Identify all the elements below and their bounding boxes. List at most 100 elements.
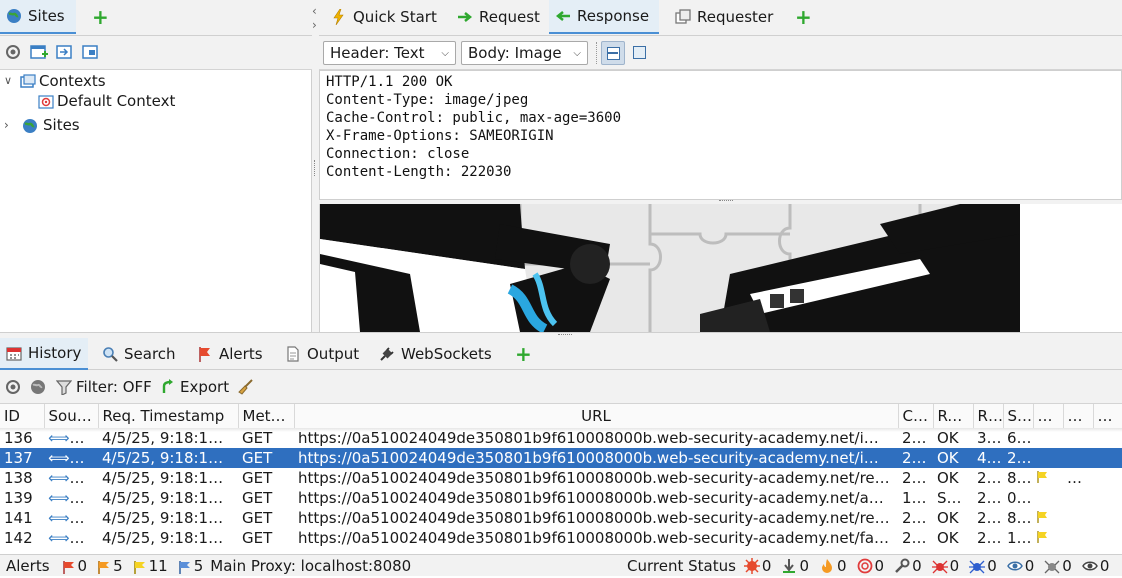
cell-source: ⟺ P…: [44, 528, 98, 548]
status-count: 0: [1024, 557, 1035, 575]
tab-sites[interactable]: Sites: [0, 0, 76, 34]
cell-alert-flag: [1033, 448, 1063, 468]
status-count: 0: [837, 557, 847, 575]
add-bottom-tab-button[interactable]: +: [509, 338, 538, 370]
lightning-icon: [331, 8, 347, 26]
body-view-select[interactable]: Body: Image ⌵: [461, 41, 588, 65]
cell-alert-flag: [1033, 528, 1063, 548]
column-header-timestamp[interactable]: Req. Timestamp: [98, 404, 239, 429]
cell-extra: [1093, 508, 1122, 528]
cell-timestamp: 4/5/25, 9:18:1…: [102, 489, 224, 507]
sites-toolbar: [0, 36, 312, 70]
cell-flag: …: [1067, 469, 1082, 487]
status-count: 0: [761, 557, 772, 575]
table-row[interactable]: 142 ⟺ P… 4/5/25, 9:18:1… GET https://0a510024…: [0, 528, 1122, 548]
tab-search[interactable]: Search: [96, 338, 182, 370]
column-header-size[interactable]: Si…: [1003, 404, 1034, 429]
column-header-extra-3[interactable]: …: [1093, 404, 1122, 429]
collapse-right-icon[interactable]: ›: [312, 18, 317, 32]
alerts-summary[interactable]: Alerts 0 5 11 5 Main Proxy: localhost:80…: [6, 555, 411, 577]
sites-tab-bar: Sites +: [0, 0, 312, 36]
table-row[interactable]: 139 ⟺ P… 4/5/25, 9:18:1… GET https://0a510024…: [0, 488, 1122, 508]
context-target-icon: [38, 94, 54, 110]
status-count: 0: [1062, 557, 1072, 575]
cell-rtt: 4…: [973, 448, 1003, 468]
export-context-icon[interactable]: [82, 44, 98, 60]
cell-extra: [1093, 468, 1122, 488]
tab-output[interactable]: Output: [279, 338, 365, 370]
export-button[interactable]: Export: [160, 376, 229, 398]
table-row[interactable]: 138 ⟺ P… 4/5/25, 9:18:1… GET https://0a510024…: [0, 468, 1122, 488]
broom-icon[interactable]: [237, 379, 253, 395]
chevron-down-icon: ⌵: [441, 47, 449, 59]
collapse-left-icon[interactable]: ‹: [312, 4, 317, 18]
response-body-pane[interactable]: [319, 204, 1122, 332]
status-count: 0: [987, 557, 997, 575]
import-context-icon[interactable]: [56, 44, 72, 60]
cell-extra: [1093, 488, 1122, 508]
tab-history[interactable]: History: [0, 338, 88, 370]
low-alert-flag-icon: [1037, 529, 1049, 547]
tab-quick-start[interactable]: Quick Start: [325, 0, 443, 34]
response-image: [320, 204, 1020, 332]
table-row[interactable]: 141 ⟺ P… 4/5/25, 9:18:1… GET https://0a510024…: [0, 508, 1122, 528]
column-header-extra-2[interactable]: …: [1063, 404, 1094, 429]
cell-flag: [1063, 528, 1093, 548]
globe-gray-icon[interactable]: [30, 379, 46, 395]
cell-url: https://0a510024049de350801b9f610008000b…: [294, 448, 898, 468]
response-headers-pane[interactable]: HTTP/1.1 200 OK Content-Type: image/jpeg…: [319, 70, 1122, 200]
add-workspace-tab-button[interactable]: +: [789, 0, 818, 34]
cell-reason: OK: [937, 509, 959, 527]
split-horizontal-button[interactable]: [601, 41, 625, 65]
spider-red-icon: [931, 558, 948, 574]
cell-url: https://0a510024049de350801b9f610008000b…: [298, 509, 890, 527]
tab-response-label: Response: [577, 7, 650, 25]
target-icon[interactable]: [5, 379, 21, 395]
tab-request[interactable]: Request: [451, 0, 546, 34]
new-context-icon[interactable]: [30, 44, 48, 60]
target-icon[interactable]: [5, 44, 21, 60]
column-header-source[interactable]: Sou…: [44, 404, 99, 429]
high-alert-flag-icon: [62, 560, 75, 574]
tree-item-sites[interactable]: Sites: [43, 116, 80, 134]
add-sites-tab-button[interactable]: +: [86, 0, 115, 34]
chevron-right-icon[interactable]: ›: [4, 118, 9, 132]
column-header-code[interactable]: C…: [898, 404, 934, 429]
split-vertical-button[interactable]: [628, 41, 652, 65]
tab-output-label: Output: [307, 345, 360, 363]
column-header-extra-1[interactable]: …: [1033, 404, 1064, 429]
split-vertical-icon: [633, 46, 646, 59]
search-icon: [102, 346, 118, 362]
cell-method: GET: [242, 529, 273, 547]
burst-icon: [743, 558, 760, 574]
vertical-splitter[interactable]: ‹ ›: [312, 0, 319, 332]
tree-item-contexts[interactable]: Contexts: [39, 72, 106, 90]
tab-requester[interactable]: Requester: [669, 0, 779, 34]
cell-method: GET: [242, 509, 273, 527]
filter-button[interactable]: Filter: OFF: [55, 376, 152, 398]
calendar-icon: [6, 345, 22, 361]
current-status: Current Status 0 0 0 0 0 0 0 0 0 0: [627, 555, 1109, 577]
tree-item-default-context[interactable]: Default Context: [57, 92, 175, 110]
cell-id: 142: [4, 529, 33, 547]
bidirectional-arrow-icon: ⟺: [48, 509, 70, 527]
filter-icon: [55, 379, 73, 396]
tab-response[interactable]: Response: [549, 0, 659, 34]
low-alert-flag-icon: [1037, 469, 1049, 487]
column-header-url[interactable]: URL: [294, 404, 899, 429]
tab-search-label: Search: [124, 345, 176, 363]
column-header-rtt[interactable]: R…: [973, 404, 1004, 429]
cell-source: ⟺ P…: [44, 508, 98, 528]
tab-websockets[interactable]: WebSockets: [373, 338, 498, 370]
fire-icon: [819, 558, 835, 574]
cell-rtt: 2…: [977, 529, 1002, 547]
tab-alerts[interactable]: Alerts: [191, 338, 269, 370]
chevron-down-icon[interactable]: ∨: [4, 74, 12, 87]
eye-icon: [1006, 558, 1023, 574]
cell-code: 200: [902, 469, 931, 487]
table-row[interactable]: 137 ⟺ P… 4/5/25, 9:18:1… GET https://0a510024…: [0, 448, 1122, 468]
column-header-method[interactable]: Met…: [238, 404, 295, 429]
column-header-id[interactable]: ID: [0, 404, 45, 429]
header-view-select[interactable]: Header: Text ⌵: [323, 41, 456, 65]
column-header-reason[interactable]: Re…: [933, 404, 974, 429]
